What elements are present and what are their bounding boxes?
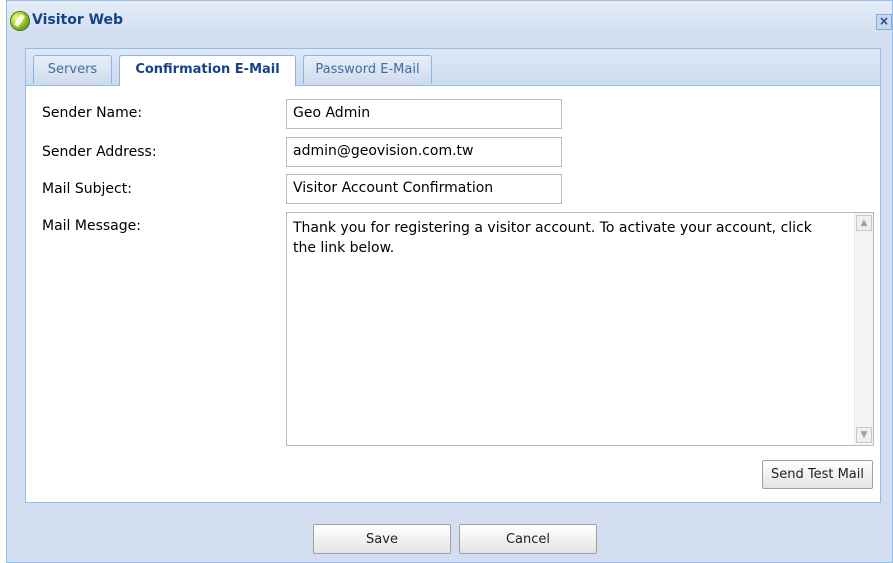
save-button[interactable]: Save: [313, 524, 451, 554]
app-globe-icon: [10, 11, 30, 31]
tab-servers[interactable]: Servers: [33, 55, 112, 84]
tab-panel: Servers Confirmation E-Mail Password E-M…: [25, 48, 881, 503]
title-bar[interactable]: Visitor Web ×: [7, 1, 892, 41]
tab-confirmation-email[interactable]: Confirmation E-Mail: [119, 55, 296, 86]
scroll-down-icon[interactable]: ▼: [856, 427, 872, 443]
scroll-up-icon[interactable]: ▲: [856, 215, 872, 231]
mail-subject-label: Mail Subject:: [42, 181, 132, 197]
mail-subject-field[interactable]: Visitor Account Confirmation: [286, 174, 562, 204]
mail-message-label: Mail Message:: [42, 218, 141, 234]
dialog-title: Visitor Web: [32, 12, 124, 28]
send-test-mail-button[interactable]: Send Test Mail: [762, 460, 873, 489]
tab-password-email[interactable]: Password E-Mail: [303, 55, 432, 84]
cancel-button[interactable]: Cancel: [459, 524, 597, 554]
visitor-web-dialog: Visitor Web × Servers Confirmation E-Mai…: [6, 0, 893, 563]
sender-name-label: Sender Name:: [42, 105, 143, 121]
message-scrollbar[interactable]: ▲ ▼: [854, 213, 873, 445]
mail-message-textarea[interactable]: Thank you for registering a visitor acco…: [286, 212, 874, 446]
mail-message-text: Thank you for registering a visitor acco…: [293, 220, 812, 256]
tab-strip: Servers Confirmation E-Mail Password E-M…: [26, 49, 880, 86]
sender-name-field[interactable]: Geo Admin: [286, 99, 562, 129]
sender-address-field[interactable]: admin@geovision.com.tw: [286, 137, 562, 167]
sender-address-label: Sender Address:: [42, 144, 157, 160]
close-icon[interactable]: ×: [876, 14, 892, 30]
